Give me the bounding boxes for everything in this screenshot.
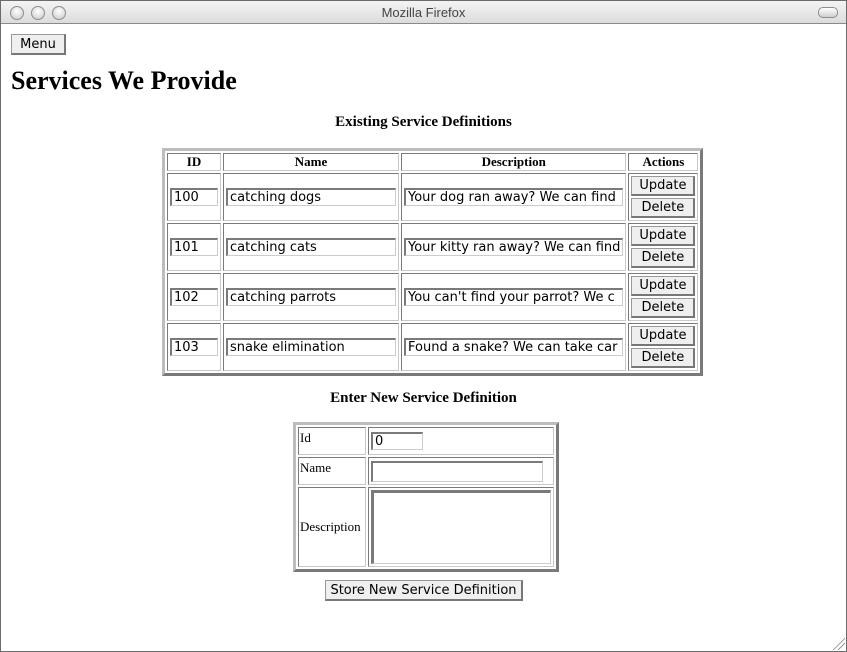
browser-window: Mozilla Firefox Menu Services We Provide…	[0, 0, 847, 652]
table-row: 100 catching dogs Your dog ran away? We …	[167, 173, 699, 221]
delete-button[interactable]: Delete	[631, 348, 696, 368]
existing-caption: Existing Service Definitions	[335, 114, 512, 130]
table-row: 102 catching parrots You can't find your…	[167, 273, 699, 321]
description-label: Description	[298, 487, 366, 567]
delete-button[interactable]: Delete	[631, 198, 696, 218]
id-input[interactable]: 100	[170, 188, 218, 206]
table-row: 103 snake elimination Found a snake? We …	[167, 323, 699, 371]
update-button[interactable]: Update	[631, 176, 696, 196]
resize-grip-icon[interactable]	[831, 636, 845, 650]
name-label: Name	[298, 457, 366, 485]
description-input[interactable]: Found a snake? We can take car	[404, 338, 624, 356]
name-input[interactable]: snake elimination	[226, 338, 396, 356]
table-row: 101 catching cats Your kitty ran away? W…	[167, 223, 699, 271]
menu-button[interactable]: Menu	[11, 34, 66, 55]
header-description: Description	[401, 153, 627, 171]
description-input[interactable]: Your dog ran away? We can find	[404, 188, 624, 206]
store-new-service-button[interactable]: Store New Service Definition	[325, 580, 523, 601]
new-id-input[interactable]: 0	[371, 432, 423, 450]
page-content: Menu Services We Provide Existing Servic…	[1, 24, 846, 651]
new-service-caption: Enter New Service Definition	[330, 390, 517, 406]
header-id: ID	[167, 153, 221, 171]
name-input[interactable]: catching dogs	[226, 188, 396, 206]
toolbar-toggle-button[interactable]	[818, 7, 838, 18]
window-title: Mozilla Firefox	[381, 5, 466, 20]
id-label: Id	[298, 427, 366, 455]
name-input[interactable]: catching cats	[226, 238, 396, 256]
id-input[interactable]: 102	[170, 288, 218, 306]
name-input[interactable]: catching parrots	[226, 288, 396, 306]
update-button[interactable]: Update	[631, 226, 696, 246]
id-input[interactable]: 101	[170, 238, 218, 256]
new-name-input[interactable]	[371, 460, 543, 482]
id-input[interactable]: 103	[170, 338, 218, 356]
description-input[interactable]: You can't find your parrot? We c	[404, 288, 624, 306]
title-bar: Mozilla Firefox	[1, 1, 846, 24]
page-title: Services We Provide	[11, 66, 237, 95]
header-name: Name	[223, 153, 399, 171]
table-header-row: ID Name Description Actions	[167, 153, 699, 171]
new-description-textarea[interactable]	[371, 490, 551, 564]
update-button[interactable]: Update	[631, 326, 696, 346]
delete-button[interactable]: Delete	[631, 248, 696, 268]
new-service-form: Id 0 Name Description	[293, 422, 559, 572]
services-table: ID Name Description Actions 100 catching…	[162, 148, 704, 376]
header-actions: Actions	[628, 153, 699, 171]
update-button[interactable]: Update	[631, 276, 696, 296]
delete-button[interactable]: Delete	[631, 298, 696, 318]
description-input[interactable]: Your kitty ran away? We can find	[404, 238, 624, 256]
